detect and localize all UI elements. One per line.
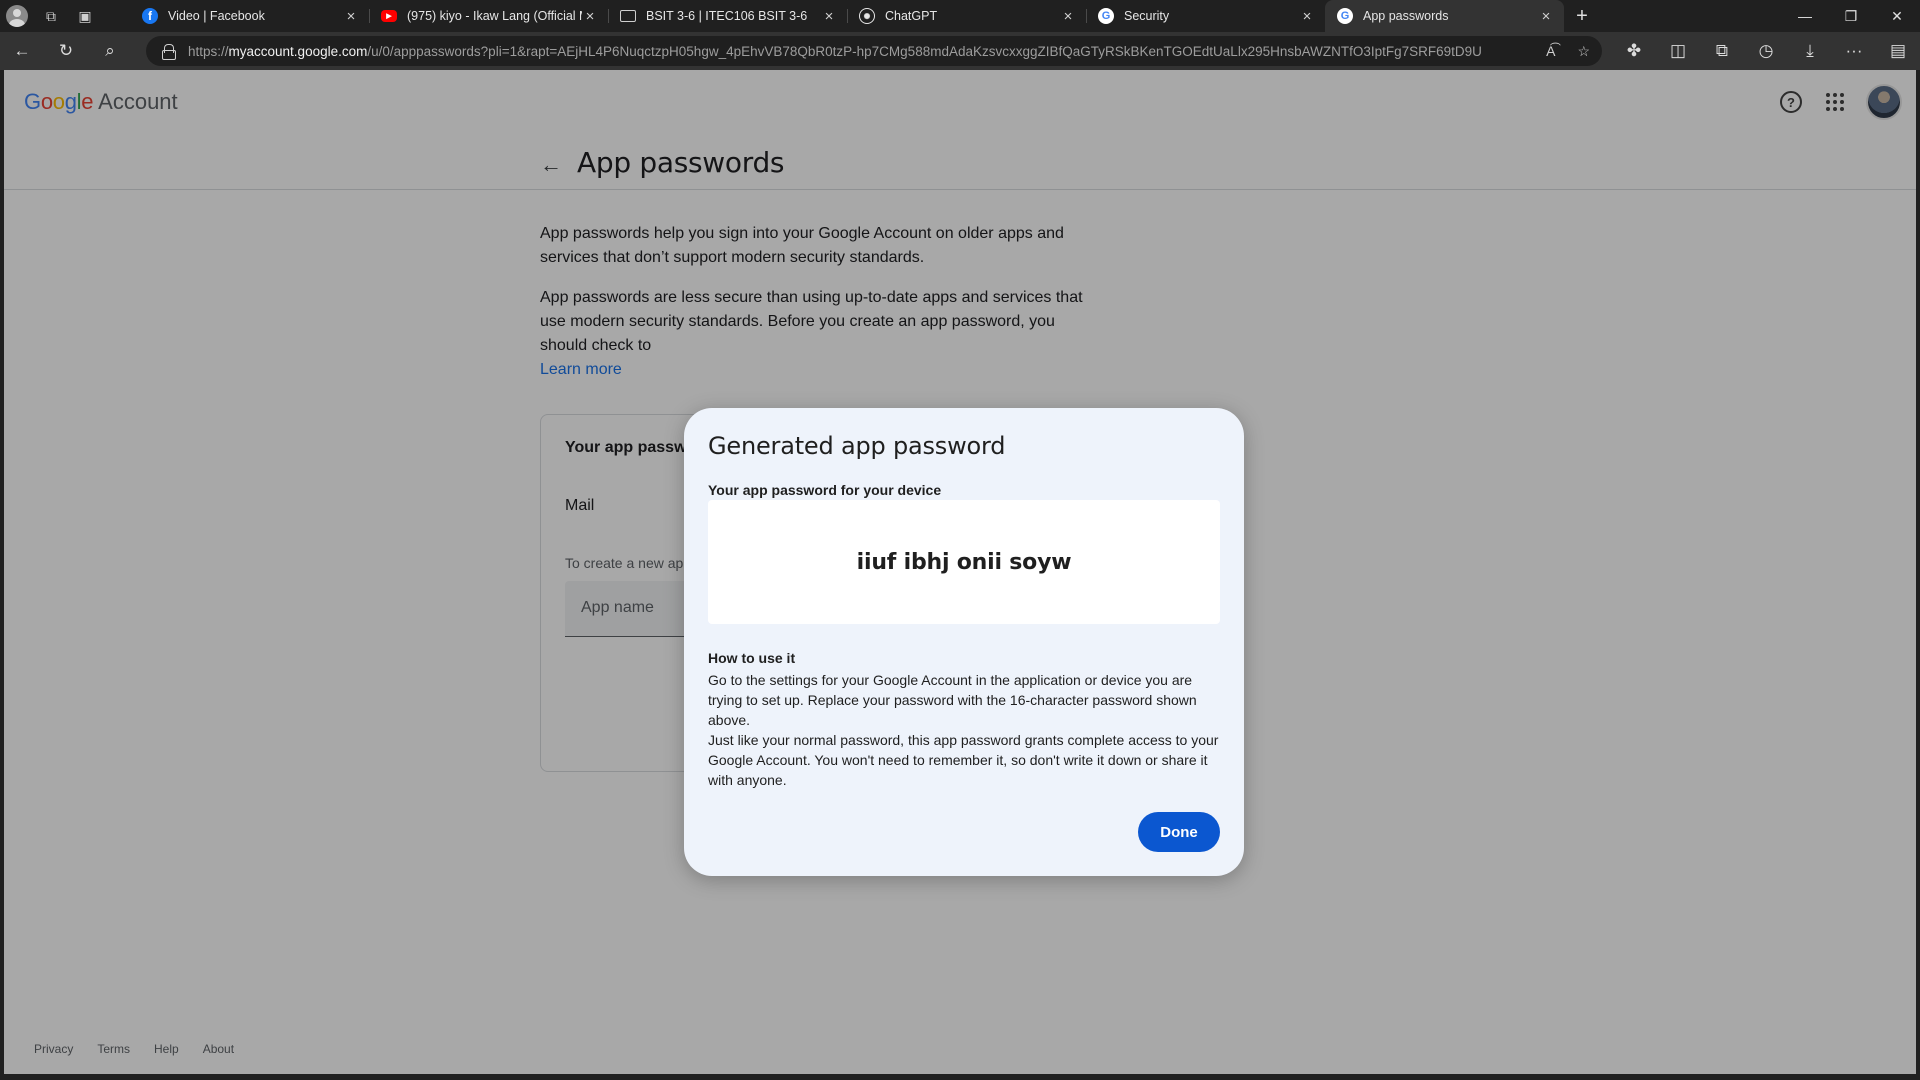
tab-title: App passwords (1363, 9, 1449, 23)
lock-icon[interactable] (162, 44, 176, 60)
tab-actions-button[interactable]: ▣ (68, 0, 102, 32)
profile-button[interactable] (0, 0, 34, 32)
history-button[interactable]: ◷ (1744, 32, 1788, 70)
sidebar-toggle-button[interactable]: ▤ (1876, 32, 1920, 70)
workspaces-button[interactable]: ⧉ (34, 0, 68, 32)
password-box: iiuf ibhj onii soyw (708, 500, 1220, 624)
youtube-icon: ▶ (381, 10, 397, 22)
refresh-icon: ↻ (58, 41, 74, 60)
minimize-icon: — (1798, 8, 1812, 24)
google-icon: G (1098, 8, 1114, 24)
puzzle-icon: ✤ (1626, 41, 1642, 60)
url-text[interactable]: https://myaccount.google.com/u/0/apppass… (188, 44, 1524, 59)
back-button[interactable]: ← (0, 32, 44, 70)
sidebar-icon: ▤ (1889, 41, 1907, 60)
restore-button[interactable]: ❐ (1828, 0, 1874, 32)
tab-title: Video | Facebook (168, 9, 265, 23)
downloads-button[interactable]: ⤓ (1788, 32, 1832, 70)
split-screen-button[interactable]: ◫ (1656, 32, 1700, 70)
close-icon[interactable]: × (343, 8, 359, 25)
ellipsis-icon: ··· (1845, 41, 1863, 60)
done-button[interactable]: Done (1138, 812, 1220, 852)
collections-icon: ⧉ (1715, 41, 1729, 60)
dialog-title: Generated app password (708, 432, 1006, 460)
url-path: /u/0/apppasswords?pli=1&rapt=AEjHL4P6Nuq… (367, 43, 1482, 59)
tab-chatgpt[interactable]: ✺ ChatGPT × (847, 0, 1086, 32)
split-screen-icon: ◫ (1669, 41, 1687, 60)
url-host: myaccount.google.com (228, 43, 368, 59)
favorite-star-icon[interactable]: ☆ (1577, 43, 1590, 60)
google-icon: G (1337, 8, 1353, 24)
classroom-icon (620, 10, 636, 22)
chatgpt-icon: ✺ (859, 8, 875, 24)
refresh-button[interactable]: ↻ (44, 32, 88, 70)
how-to-use-warning: Just like your normal password, this app… (708, 732, 1219, 788)
close-icon[interactable]: × (582, 8, 598, 25)
search-button[interactable]: ⌕ (88, 32, 132, 70)
profile-icon (6, 5, 28, 27)
restore-icon: ❐ (1844, 7, 1858, 24)
url-prefix: https:// (188, 43, 229, 59)
tab-title: ChatGPT (885, 9, 938, 23)
minimize-button[interactable]: — (1782, 0, 1828, 32)
page-content: Google Account ? ← App passwords App pas… (4, 70, 1916, 1074)
close-icon[interactable]: × (1299, 8, 1315, 25)
history-icon: ◷ (1758, 41, 1774, 60)
close-icon[interactable]: × (1538, 8, 1554, 25)
back-arrow-icon: ← (13, 41, 31, 60)
tab-classroom[interactable]: BSIT 3-6 | ITEC106 BSIT 3-6 × (608, 0, 847, 32)
how-to-use-text: Go to the settings for your Google Accou… (708, 670, 1220, 790)
generated-password-dialog: Generated app password Your app password… (684, 408, 1244, 876)
plus-icon: + (1576, 4, 1588, 27)
read-aloud-icon[interactable]: A͡ (1546, 43, 1555, 59)
close-icon[interactable]: × (821, 8, 837, 25)
how-to-use-step-1: Go to the settings for your Google Accou… (708, 672, 1197, 728)
close-icon[interactable]: × (1060, 8, 1076, 25)
how-to-use-heading: How to use it (708, 650, 796, 666)
tab-facebook[interactable]: f Video | Facebook × (130, 0, 369, 32)
vertical-tabs-icon: ▣ (78, 7, 92, 24)
tab-title: Security (1124, 9, 1170, 23)
address-bar[interactable]: https://myaccount.google.com/u/0/apppass… (146, 36, 1602, 66)
collections-button[interactable]: ⧉ (1700, 32, 1744, 70)
facebook-icon: f (142, 8, 158, 24)
extensions-button[interactable]: ✤ (1612, 32, 1656, 70)
tab-strip: ⧉ ▣ f Video | Facebook × ▶ (975) kiyo - … (0, 0, 1920, 32)
more-button[interactable]: ··· (1832, 32, 1876, 70)
tab-title: (975) kiyo - Ikaw Lang (Official M (407, 9, 582, 23)
tab-title: BSIT 3-6 | ITEC106 BSIT 3-6 (646, 9, 808, 23)
close-window-button[interactable]: ✕ (1874, 0, 1920, 32)
tab-app-passwords[interactable]: G App passwords × (1325, 0, 1564, 32)
workspaces-icon: ⧉ (46, 7, 56, 24)
dialog-subtitle: Your app password for your device (708, 482, 942, 498)
new-tab-button[interactable]: + (1564, 0, 1600, 32)
generated-password[interactable]: iiuf ibhj onii soyw (857, 550, 1072, 575)
close-icon: ✕ (1891, 7, 1903, 24)
tab-security[interactable]: G Security × (1086, 0, 1325, 32)
download-icon: ⤓ (1806, 41, 1814, 60)
tab-youtube[interactable]: ▶ (975) kiyo - Ikaw Lang (Official M × (369, 0, 608, 32)
search-icon: ⌕ (105, 41, 115, 60)
